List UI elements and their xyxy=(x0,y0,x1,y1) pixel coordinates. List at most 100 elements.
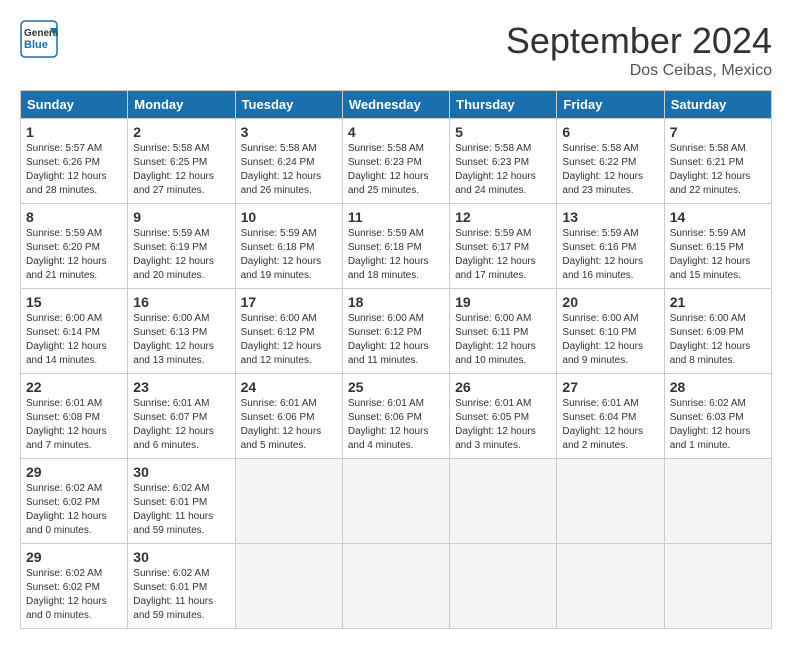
table-row xyxy=(342,544,449,629)
day-info: Sunrise: 6:01 AM Sunset: 6:05 PM Dayligh… xyxy=(455,397,551,453)
day-info: Sunrise: 5:58 AM Sunset: 6:25 PM Dayligh… xyxy=(133,142,229,198)
day-number: 4 xyxy=(348,124,444,140)
day-number: 20 xyxy=(562,294,658,310)
table-row: 7Sunrise: 5:58 AM Sunset: 6:21 PM Daylig… xyxy=(664,119,771,204)
day-number: 1 xyxy=(26,124,122,140)
day-number: 26 xyxy=(455,379,551,395)
table-row: 19 Sunrise: 6:00 AM Sunset: 6:11 PM Dayli… xyxy=(450,289,557,374)
table-row: 5Sunrise: 5:58 AM Sunset: 6:23 PM Daylig… xyxy=(450,119,557,204)
calendar-week-6: 29Sunrise: 6:02 AM Sunset: 6:02 PM Dayli… xyxy=(21,544,772,629)
day-number: 7 xyxy=(670,124,766,140)
day-info: Sunrise: 6:01 AM Sunset: 6:06 PM Dayligh… xyxy=(241,397,337,453)
table-row: 30 Sunrise: 6:02 AM Sunset: 6:01 PM Dayli… xyxy=(128,544,235,629)
calendar-table: SundayMondayTuesdayWednesdayThursdayFrid… xyxy=(20,90,772,629)
day-info: Sunrise: 5:59 AM Sunset: 6:15 PM Dayligh… xyxy=(670,227,766,283)
day-number: 29 xyxy=(26,464,122,480)
table-row xyxy=(342,459,449,544)
day-info: Sunrise: 6:01 AM Sunset: 6:08 PM Dayligh… xyxy=(26,397,122,453)
table-row: 25Sunrise: 6:01 AM Sunset: 6:06 PM Dayli… xyxy=(342,374,449,459)
table-row: 17 Sunrise: 6:00 AM Sunset: 6:12 PM Dayli… xyxy=(235,289,342,374)
day-number: 30 xyxy=(133,464,229,480)
day-number: 28 xyxy=(670,379,766,395)
day-info: Sunrise: 6:00 AM Sunset: 6:14 PM Dayligh… xyxy=(26,312,122,368)
calendar-week-1: 1 Sunrise: 5:57 AM Sunset: 6:26 PM Daylig… xyxy=(21,119,772,204)
day-info: Sunrise: 5:58 AM Sunset: 6:24 PM Dayligh… xyxy=(241,142,337,198)
day-info: Sunrise: 6:02 AM Sunset: 6:01 PM Dayligh… xyxy=(133,567,229,623)
table-row: 30 Sunrise: 6:02 AM Sunset: 6:01 PM Dayli… xyxy=(128,459,235,544)
table-row: 10Sunrise: 5:59 AM Sunset: 6:18 PM Dayli… xyxy=(235,204,342,289)
day-info: Sunrise: 6:00 AM Sunset: 6:10 PM Dayligh… xyxy=(562,312,658,368)
table-row: 21 Sunrise: 6:00 AM Sunset: 6:09 PM Dayli… xyxy=(664,289,771,374)
day-number: 11 xyxy=(348,209,444,225)
logo: General Blue xyxy=(20,20,60,58)
col-header-wednesday: Wednesday xyxy=(342,91,449,119)
day-number: 15 xyxy=(26,294,122,310)
day-number: 18 xyxy=(348,294,444,310)
day-info: Sunrise: 6:00 AM Sunset: 6:13 PM Dayligh… xyxy=(133,312,229,368)
day-number: 6 xyxy=(562,124,658,140)
table-row xyxy=(664,544,771,629)
table-row xyxy=(557,459,664,544)
day-info: Sunrise: 6:01 AM Sunset: 6:06 PM Dayligh… xyxy=(348,397,444,453)
table-row: 16 Sunrise: 6:00 AM Sunset: 6:13 PM Dayli… xyxy=(128,289,235,374)
day-number: 23 xyxy=(133,379,229,395)
day-number: 17 xyxy=(241,294,337,310)
day-info: Sunrise: 5:59 AM Sunset: 6:20 PM Dayligh… xyxy=(26,227,122,283)
col-header-sunday: Sunday xyxy=(21,91,128,119)
day-number: 9 xyxy=(133,209,229,225)
month-title: September 2024 xyxy=(506,20,772,62)
table-row: 15 Sunrise: 6:00 AM Sunset: 6:14 PM Dayli… xyxy=(21,289,128,374)
table-row: 3 Sunrise: 5:58 AM Sunset: 6:24 PM Daylig… xyxy=(235,119,342,204)
table-row: 29Sunrise: 6:02 AM Sunset: 6:02 PM Dayli… xyxy=(21,459,128,544)
location: Dos Ceibas, Mexico xyxy=(506,62,772,80)
day-number: 19 xyxy=(455,294,551,310)
table-row: 29Sunrise: 6:02 AM Sunset: 6:02 PM Dayli… xyxy=(21,544,128,629)
day-info: Sunrise: 6:00 AM Sunset: 6:11 PM Dayligh… xyxy=(455,312,551,368)
day-number: 14 xyxy=(670,209,766,225)
day-number: 27 xyxy=(562,379,658,395)
table-row xyxy=(450,459,557,544)
day-info: Sunrise: 5:58 AM Sunset: 6:22 PM Dayligh… xyxy=(562,142,658,198)
day-info: Sunrise: 6:02 AM Sunset: 6:01 PM Dayligh… xyxy=(133,482,229,538)
day-number: 30 xyxy=(133,549,229,565)
day-info: Sunrise: 6:01 AM Sunset: 6:07 PM Dayligh… xyxy=(133,397,229,453)
day-info: Sunrise: 5:58 AM Sunset: 6:23 PM Dayligh… xyxy=(348,142,444,198)
table-row xyxy=(235,459,342,544)
calendar-header-row: SundayMondayTuesdayWednesdayThursdayFrid… xyxy=(21,91,772,119)
day-info: Sunrise: 6:00 AM Sunset: 6:12 PM Dayligh… xyxy=(241,312,337,368)
calendar-week-2: 8Sunrise: 5:59 AM Sunset: 6:20 PM Daylig… xyxy=(21,204,772,289)
table-row: 11 Sunrise: 5:59 AM Sunset: 6:18 PM Dayli… xyxy=(342,204,449,289)
day-number: 2 xyxy=(133,124,229,140)
day-number: 21 xyxy=(670,294,766,310)
table-row: 12Sunrise: 5:59 AM Sunset: 6:17 PM Dayli… xyxy=(450,204,557,289)
col-header-monday: Monday xyxy=(128,91,235,119)
table-row xyxy=(235,544,342,629)
day-number: 3 xyxy=(241,124,337,140)
day-info: Sunrise: 5:59 AM Sunset: 6:18 PM Dayligh… xyxy=(348,227,444,283)
calendar-week-5: 29Sunrise: 6:02 AM Sunset: 6:02 PM Dayli… xyxy=(21,459,772,544)
day-number: 16 xyxy=(133,294,229,310)
table-row: 2 Sunrise: 5:58 AM Sunset: 6:25 PM Daylig… xyxy=(128,119,235,204)
title-block: September 2024 Dos Ceibas, Mexico xyxy=(506,20,772,80)
day-info: Sunrise: 5:59 AM Sunset: 6:17 PM Dayligh… xyxy=(455,227,551,283)
day-info: Sunrise: 5:59 AM Sunset: 6:19 PM Dayligh… xyxy=(133,227,229,283)
day-info: Sunrise: 6:00 AM Sunset: 6:09 PM Dayligh… xyxy=(670,312,766,368)
col-header-thursday: Thursday xyxy=(450,91,557,119)
day-info: Sunrise: 6:00 AM Sunset: 6:12 PM Dayligh… xyxy=(348,312,444,368)
table-row: 6 Sunrise: 5:58 AM Sunset: 6:22 PM Daylig… xyxy=(557,119,664,204)
table-row: 27 Sunrise: 6:01 AM Sunset: 6:04 PM Dayli… xyxy=(557,374,664,459)
day-info: Sunrise: 6:01 AM Sunset: 6:04 PM Dayligh… xyxy=(562,397,658,453)
table-row xyxy=(664,459,771,544)
day-number: 22 xyxy=(26,379,122,395)
calendar-week-4: 22 Sunrise: 6:01 AM Sunset: 6:08 PM Dayli… xyxy=(21,374,772,459)
table-row xyxy=(450,544,557,629)
table-row: 20 Sunrise: 6:00 AM Sunset: 6:10 PM Dayli… xyxy=(557,289,664,374)
day-info: Sunrise: 6:02 AM Sunset: 6:03 PM Dayligh… xyxy=(670,397,766,453)
col-header-saturday: Saturday xyxy=(664,91,771,119)
day-number: 13 xyxy=(562,209,658,225)
table-row: 18 Sunrise: 6:00 AM Sunset: 6:12 PM Dayli… xyxy=(342,289,449,374)
day-info: Sunrise: 5:57 AM Sunset: 6:26 PM Dayligh… xyxy=(26,142,122,198)
day-number: 10 xyxy=(241,209,337,225)
svg-text:Blue: Blue xyxy=(24,39,48,51)
table-row: 1 Sunrise: 5:57 AM Sunset: 6:26 PM Daylig… xyxy=(21,119,128,204)
